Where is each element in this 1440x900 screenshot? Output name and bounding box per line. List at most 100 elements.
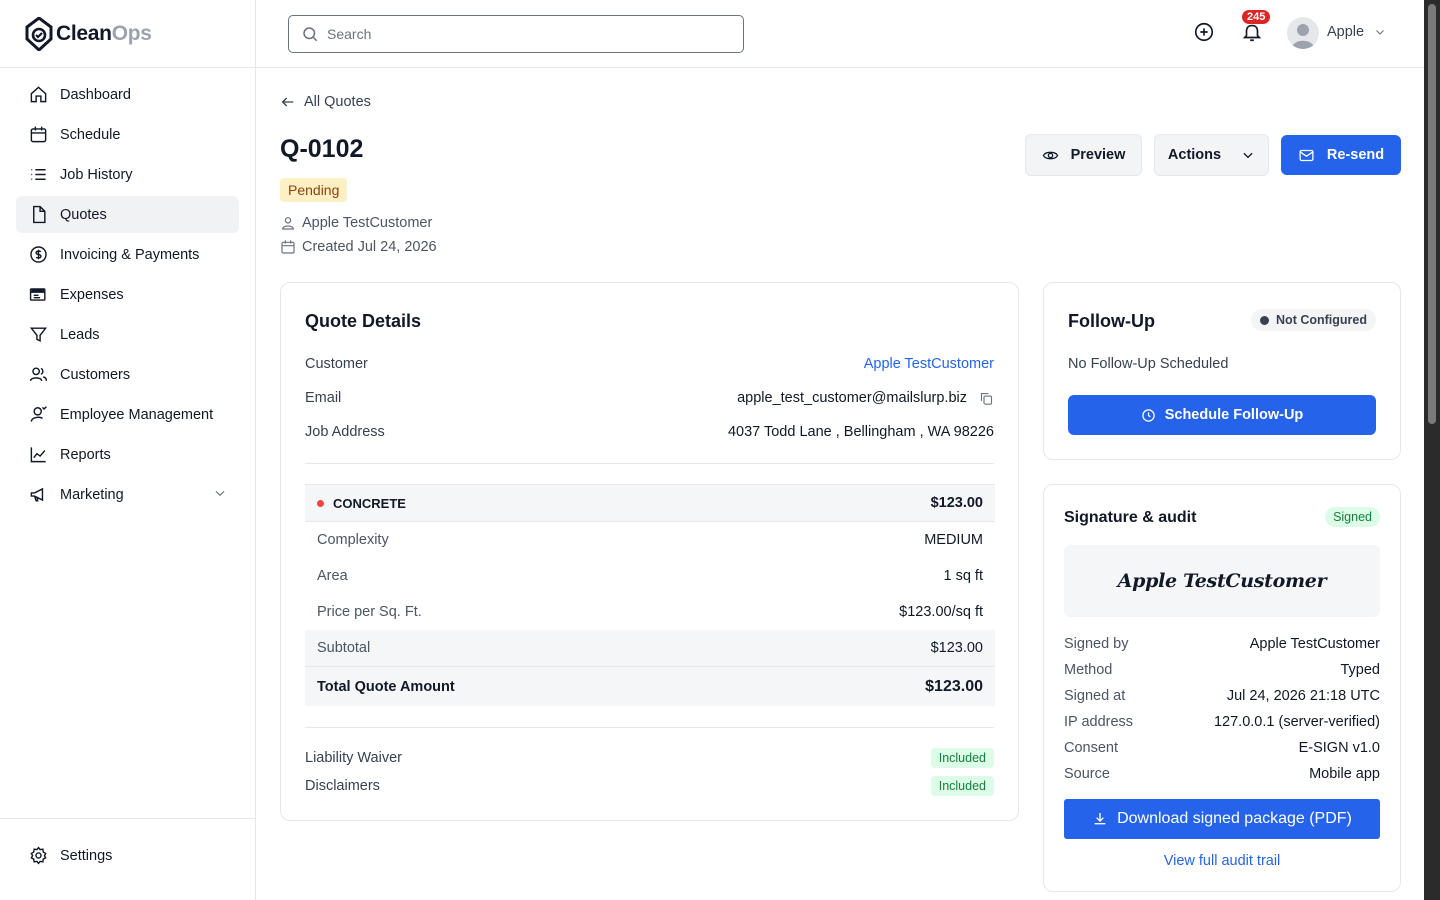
document-icon [28, 205, 48, 225]
search-icon [303, 27, 318, 42]
search-input[interactable] [327, 26, 727, 42]
audit-label: Consent [1064, 740, 1119, 756]
scrollbar[interactable] [1424, 0, 1440, 900]
status-badge: Pending [280, 178, 348, 202]
audit-label: Signed at [1064, 688, 1126, 704]
audit-row: Signed at Jul 24, 2026 21:18 UTC [1064, 688, 1380, 704]
table-row: Price per Sq. Ft. $123.00/sq ft [305, 594, 995, 630]
sidebar-item-label: Dashboard [60, 86, 131, 103]
subtotal-label: Subtotal [317, 640, 371, 656]
user-cog-icon [28, 405, 48, 425]
sidebar-item-dashboard[interactable]: Dashboard [16, 76, 239, 113]
status-badge-label: Not Configured [1276, 313, 1367, 327]
sidebar-item-leads[interactable]: Leads [16, 316, 239, 353]
audit-label: Source [1064, 766, 1110, 782]
download-pdf-button[interactable]: Download signed package (PDF) [1064, 799, 1380, 839]
chevron-down-icon [1243, 152, 1253, 159]
resend-button[interactable]: Re-send [1281, 135, 1401, 175]
sidebar-item-expenses[interactable]: Expenses [16, 276, 239, 313]
megaphone-icon [28, 485, 48, 505]
email-label: Email [305, 390, 342, 406]
address-value: 4037 Todd Lane , Bellingham , WA 98226 [727, 424, 994, 440]
preview-button-label: Preview [1070, 147, 1126, 163]
brand-name: CleanOps [56, 21, 152, 45]
users-icon [28, 365, 48, 385]
add-circle-icon[interactable] [1193, 21, 1215, 43]
sidebar-item-label: Quotes [60, 206, 107, 223]
created-meta: Created Jul 24, 2026 [280, 239, 437, 255]
actions-dropdown[interactable]: Actions [1154, 134, 1269, 176]
user-name[interactable]: Apple [1327, 24, 1364, 40]
calendar-icon [281, 240, 295, 254]
sidebar-item-customers[interactable]: Customers [16, 356, 239, 393]
quote-details-card: Quote Details Customer Apple TestCustome… [280, 282, 1019, 821]
chevron-down-icon[interactable] [213, 486, 227, 504]
total-label: Total Quote Amount [317, 678, 455, 695]
customer-link[interactable]: Apple TestCustomer [864, 356, 994, 372]
sidebar-item-label: Marketing [60, 486, 124, 503]
copy-icon[interactable] [979, 391, 994, 406]
calendar-icon [28, 125, 48, 145]
audit-value: Mobile app [1309, 766, 1380, 782]
audit-trail-link[interactable]: View full audit trail [1064, 853, 1380, 869]
sidebar-item-label: Expenses [60, 286, 124, 303]
sidebar-item-quotes[interactable]: Quotes [16, 196, 239, 233]
sidebar-item-label: Settings [60, 847, 113, 864]
subtotal-row: Subtotal $123.00 [305, 630, 995, 666]
sidebar-item-reports[interactable]: Reports [16, 436, 239, 473]
arrow-left-icon [281, 97, 294, 107]
sidebar-item-label: Schedule [60, 126, 121, 143]
chart-line-icon [28, 445, 48, 465]
preview-button[interactable]: Preview [1025, 134, 1142, 176]
row-value: 1 sq ft [943, 568, 984, 584]
sidebar-item-employee-management[interactable]: Employee Management [16, 396, 239, 433]
chevron-down-icon[interactable] [1374, 26, 1386, 38]
sidebar-item-schedule[interactable]: Schedule [16, 116, 239, 153]
disclaimers-row: Disclaimers Included [305, 776, 994, 796]
brand-logo[interactable]: CleanOps [0, 0, 255, 68]
sidebar-item-job-history[interactable]: Job History [16, 156, 239, 193]
row-label: Area [317, 568, 348, 584]
service-dot-icon [317, 499, 324, 507]
eye-icon [1042, 151, 1058, 159]
card-title: Follow-Up [1068, 311, 1155, 331]
top-header: 245 Apple [256, 0, 1424, 68]
back-link-label: All Quotes [304, 94, 371, 110]
waiver-label: Liability Waiver [305, 750, 402, 766]
audit-row: Signed by Apple TestCustomer [1064, 636, 1380, 652]
sidebar-item-settings[interactable]: Settings [16, 837, 239, 874]
total-row: Total Quote Amount $123.00 [305, 666, 995, 706]
row-label: Price per Sq. Ft. [317, 604, 422, 620]
scrollbar-thumb[interactable] [1428, 4, 1436, 424]
list-icon [28, 165, 48, 185]
sidebar-item-label: Customers [60, 366, 131, 383]
signature-text: Apple TestCustomer [1117, 570, 1327, 592]
schedule-follow-up-button[interactable]: Schedule Follow-Up [1068, 395, 1376, 435]
filter-icon [28, 325, 48, 345]
main-content: All Quotes Q-0102 Pending Apple TestCust… [256, 69, 1424, 900]
download-pdf-label: Download signed package (PDF) [1117, 810, 1352, 827]
address-row: Job Address 4037 Todd Lane , Bellingham … [305, 424, 994, 440]
table-row: Complexity MEDIUM [305, 522, 995, 558]
audit-value: 127.0.0.1 (server-verified) [1213, 714, 1380, 730]
line-item-header: CONCRETE $123.00 [305, 484, 995, 522]
bell-icon[interactable] [1241, 21, 1263, 43]
email-row: Email apple_test_customer@mailslurp.biz [305, 390, 994, 406]
audit-value: Jul 24, 2026 21:18 UTC [1226, 688, 1380, 704]
audit-row: Source Mobile app [1064, 766, 1380, 782]
line-items-table: CONCRETE $123.00 Complexity MEDIUM Area … [305, 484, 995, 706]
follow-up-message: No Follow-Up Scheduled [1068, 356, 1229, 372]
signed-badge: Signed [1325, 507, 1380, 527]
subtotal-value: $123.00 [930, 640, 983, 656]
home-icon [28, 85, 48, 105]
audit-label: Signed by [1064, 636, 1129, 652]
sidebar-item-marketing[interactable]: Marketing [16, 476, 239, 513]
audit-label: Method [1064, 662, 1113, 678]
search-box[interactable] [288, 15, 744, 53]
sidebar: CleanOps Dashboard Schedule Job History … [0, 0, 256, 900]
mail-icon [1299, 149, 1314, 161]
sidebar-item-invoicing[interactable]: Invoicing & Payments [16, 236, 239, 273]
back-link[interactable]: All Quotes [280, 94, 371, 110]
avatar[interactable] [1287, 17, 1319, 49]
disclaimers-label: Disclaimers [305, 778, 380, 794]
